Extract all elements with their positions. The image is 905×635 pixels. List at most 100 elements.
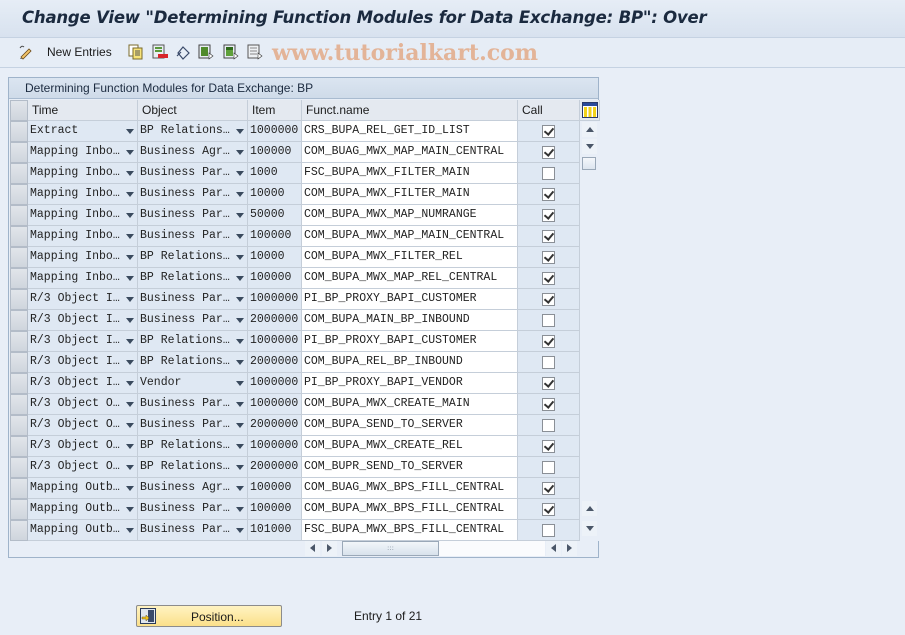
- time-cell[interactable]: R/3 Object I…: [28, 352, 138, 373]
- row-selector[interactable]: [10, 352, 28, 373]
- select-block-icon[interactable]: [223, 44, 239, 60]
- time-cell[interactable]: Mapping Inbo…: [28, 268, 138, 289]
- row-selector[interactable]: [10, 247, 28, 268]
- call-checkbox[interactable]: [542, 377, 555, 390]
- time-cell[interactable]: R/3 Object O…: [28, 394, 138, 415]
- time-cell[interactable]: R/3 Object I…: [28, 289, 138, 310]
- dropdown-arrow-icon[interactable]: [126, 234, 134, 239]
- row-selector[interactable]: [10, 142, 28, 163]
- select-all-icon[interactable]: [198, 44, 214, 60]
- row-selector[interactable]: [10, 499, 28, 520]
- dropdown-arrow-icon[interactable]: [236, 339, 244, 344]
- call-checkbox[interactable]: [542, 314, 555, 327]
- dropdown-arrow-icon[interactable]: [236, 360, 244, 365]
- scroll-down-button[interactable]: [582, 139, 597, 154]
- column-header-funct-name[interactable]: Funct.name: [302, 100, 518, 121]
- dropdown-arrow-icon[interactable]: [126, 318, 134, 323]
- row-selector[interactable]: [10, 184, 28, 205]
- object-cell[interactable]: Business Agr…: [138, 478, 248, 499]
- object-cell[interactable]: Business Par…: [138, 499, 248, 520]
- funct-name-cell[interactable]: COM_BUAG_MWX_BPS_FILL_CENTRAL: [302, 478, 518, 499]
- funct-name-cell[interactable]: COM_BUPA_MWX_CREATE_REL: [302, 436, 518, 457]
- funct-name-cell[interactable]: PI_BP_PROXY_BAPI_CUSTOMER: [302, 289, 518, 310]
- position-button[interactable]: Position...: [136, 605, 282, 627]
- dropdown-arrow-icon[interactable]: [126, 255, 134, 260]
- funct-name-cell[interactable]: PI_BP_PROXY_BAPI_CUSTOMER: [302, 331, 518, 352]
- object-cell[interactable]: Business Par…: [138, 310, 248, 331]
- row-selector[interactable]: [10, 415, 28, 436]
- scroll-up-button-bottom[interactable]: [582, 501, 597, 516]
- dropdown-arrow-icon[interactable]: [126, 150, 134, 155]
- dropdown-arrow-icon[interactable]: [236, 381, 244, 386]
- funct-name-cell[interactable]: COM_BUPA_REL_BP_INBOUND: [302, 352, 518, 373]
- call-checkbox[interactable]: [542, 482, 555, 495]
- column-header-object[interactable]: Object: [138, 100, 248, 121]
- call-checkbox[interactable]: [542, 209, 555, 222]
- funct-name-cell[interactable]: COM_BUAG_MWX_MAP_MAIN_CENTRAL: [302, 142, 518, 163]
- scroll-left-button[interactable]: [305, 541, 320, 556]
- new-entries-button[interactable]: New Entries: [47, 45, 112, 59]
- column-header-call[interactable]: Call: [518, 100, 580, 121]
- dropdown-arrow-icon[interactable]: [236, 276, 244, 281]
- call-checkbox[interactable]: [542, 440, 555, 453]
- dropdown-arrow-icon[interactable]: [236, 402, 244, 407]
- row-selector[interactable]: [10, 394, 28, 415]
- dropdown-arrow-icon[interactable]: [126, 276, 134, 281]
- dropdown-arrow-icon[interactable]: [236, 213, 244, 218]
- time-cell[interactable]: R/3 Object O…: [28, 457, 138, 478]
- dropdown-arrow-icon[interactable]: [126, 129, 134, 134]
- copy-as-icon[interactable]: [128, 44, 144, 60]
- dropdown-arrow-icon[interactable]: [236, 465, 244, 470]
- time-cell[interactable]: Mapping Outb…: [28, 478, 138, 499]
- dropdown-arrow-icon[interactable]: [236, 171, 244, 176]
- scroll-down-button-bottom[interactable]: [582, 521, 597, 536]
- row-selector[interactable]: [10, 226, 28, 247]
- funct-name-cell[interactable]: PI_BP_PROXY_BAPI_VENDOR: [302, 373, 518, 394]
- object-cell[interactable]: Business Par…: [138, 163, 248, 184]
- funct-name-cell[interactable]: COM_BUPA_MWX_BPS_FILL_CENTRAL: [302, 499, 518, 520]
- dropdown-arrow-icon[interactable]: [126, 465, 134, 470]
- scroll-right-button-call[interactable]: [562, 541, 577, 556]
- call-checkbox[interactable]: [542, 125, 555, 138]
- row-selector[interactable]: [10, 310, 28, 331]
- funct-name-cell[interactable]: COM_BUPA_MWX_CREATE_MAIN: [302, 394, 518, 415]
- dropdown-arrow-icon[interactable]: [126, 486, 134, 491]
- vertical-scrollbar[interactable]: [580, 121, 599, 541]
- object-cell[interactable]: BP Relations…: [138, 121, 248, 142]
- row-selector[interactable]: [10, 331, 28, 352]
- object-cell[interactable]: Business Par…: [138, 184, 248, 205]
- time-cell[interactable]: Mapping Inbo…: [28, 205, 138, 226]
- time-cell[interactable]: R/3 Object I…: [28, 331, 138, 352]
- scroll-left-button-call[interactable]: [546, 541, 561, 556]
- dropdown-arrow-icon[interactable]: [126, 381, 134, 386]
- column-header-item[interactable]: Item: [248, 100, 302, 121]
- dropdown-arrow-icon[interactable]: [126, 402, 134, 407]
- call-checkbox[interactable]: [542, 230, 555, 243]
- funct-name-cell[interactable]: COM_BUPA_MWX_MAP_NUMRANGE: [302, 205, 518, 226]
- call-checkbox[interactable]: [542, 272, 555, 285]
- scroll-up-button[interactable]: [582, 122, 597, 137]
- object-cell[interactable]: Business Par…: [138, 394, 248, 415]
- row-selector[interactable]: [10, 457, 28, 478]
- call-checkbox[interactable]: [542, 356, 555, 369]
- row-selector[interactable]: [10, 205, 28, 226]
- dropdown-arrow-icon[interactable]: [236, 507, 244, 512]
- call-checkbox[interactable]: [542, 335, 555, 348]
- column-header-time[interactable]: Time: [28, 100, 138, 121]
- delete-icon[interactable]: [152, 44, 168, 60]
- time-cell[interactable]: R/3 Object I…: [28, 373, 138, 394]
- scroll-right-button[interactable]: [322, 541, 337, 556]
- undo-change-icon[interactable]: [175, 44, 191, 60]
- call-checkbox[interactable]: [542, 419, 555, 432]
- dropdown-arrow-icon[interactable]: [126, 297, 134, 302]
- call-checkbox[interactable]: [542, 167, 555, 180]
- deselect-all-icon[interactable]: [247, 44, 263, 60]
- funct-name-cell[interactable]: COM_BUPA_MAIN_BP_INBOUND: [302, 310, 518, 331]
- dropdown-arrow-icon[interactable]: [126, 528, 134, 533]
- dropdown-arrow-icon[interactable]: [236, 255, 244, 260]
- time-cell[interactable]: R/3 Object I…: [28, 310, 138, 331]
- time-cell[interactable]: R/3 Object O…: [28, 436, 138, 457]
- dropdown-arrow-icon[interactable]: [236, 150, 244, 155]
- dropdown-arrow-icon[interactable]: [236, 192, 244, 197]
- object-cell[interactable]: BP Relations…: [138, 457, 248, 478]
